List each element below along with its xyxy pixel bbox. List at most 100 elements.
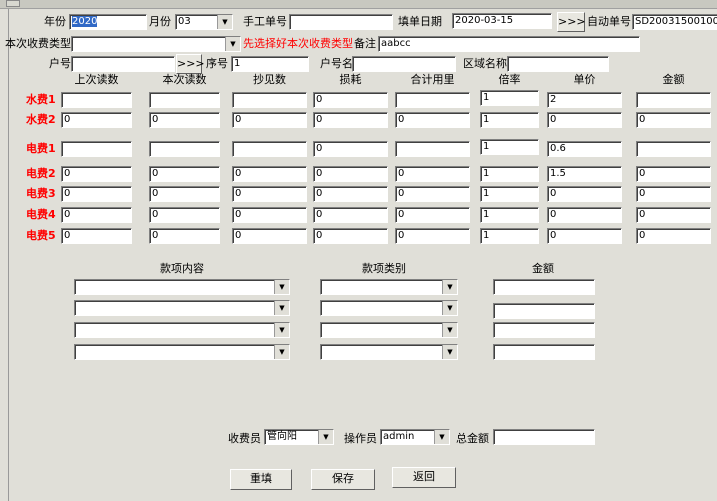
cell-input[interactable]: 0 xyxy=(547,228,622,244)
item-category-select[interactable]: ▼ xyxy=(320,322,458,338)
save-button[interactable]: 保存 xyxy=(311,469,375,490)
item-category-select[interactable]: ▼ xyxy=(320,300,458,316)
row-label: 水费1 xyxy=(26,93,56,106)
cell-input[interactable]: 0 xyxy=(313,186,388,202)
operator-select[interactable]: admin ▼ xyxy=(380,429,450,445)
account-lookup-button[interactable]: >>> xyxy=(176,54,205,74)
chevron-down-icon: ▼ xyxy=(442,301,457,315)
cell-input[interactable]: 0 xyxy=(547,207,622,223)
cell-input[interactable]: 0 xyxy=(636,186,711,202)
cell-input[interactable]: 1 xyxy=(480,112,539,128)
account-input[interactable] xyxy=(71,56,175,72)
cell-input[interactable]: 2 xyxy=(547,92,622,108)
column-header: 上次读数 xyxy=(74,73,119,86)
account-label: 户号 xyxy=(49,57,71,70)
item-content-select[interactable]: ▼ xyxy=(74,300,290,316)
area-input[interactable] xyxy=(507,56,609,72)
row-label: 电费4 xyxy=(26,208,56,221)
cell-input[interactable]: 0 xyxy=(395,112,470,128)
collector-label: 收费员 xyxy=(228,432,261,445)
cell-input[interactable]: 0 xyxy=(547,112,622,128)
year-input[interactable]: 2020 xyxy=(69,14,147,30)
cell-input[interactable]: 0 xyxy=(61,112,132,128)
cell-input[interactable]: 1 xyxy=(480,90,539,106)
cell-input[interactable]: 0 xyxy=(61,207,132,223)
cell-input[interactable]: 1 xyxy=(480,139,539,155)
cell-input[interactable] xyxy=(232,141,307,157)
cell-input[interactable] xyxy=(395,141,470,157)
auto-no-input[interactable]: SD2003150010001 xyxy=(632,14,717,30)
cell-input[interactable]: 0 xyxy=(313,207,388,223)
cell-input[interactable]: 0 xyxy=(61,228,132,244)
cell-input[interactable] xyxy=(636,92,711,108)
cell-input[interactable]: 0 xyxy=(61,186,132,202)
chevron-down-icon: ▼ xyxy=(274,323,289,337)
cell-input[interactable] xyxy=(61,92,132,108)
date-label: 填单日期 xyxy=(398,15,442,28)
cell-input[interactable]: 0 xyxy=(395,166,470,182)
manual-no-input[interactable] xyxy=(289,14,393,30)
cell-input[interactable] xyxy=(149,141,220,157)
cell-input[interactable] xyxy=(61,141,132,157)
cell-input[interactable]: 0 xyxy=(395,186,470,202)
date-picker-button[interactable]: >>> xyxy=(557,12,586,32)
cell-input[interactable]: 0 xyxy=(636,228,711,244)
item-category-select[interactable]: ▼ xyxy=(320,344,458,360)
cell-input[interactable]: 0 xyxy=(395,228,470,244)
cell-input[interactable]: 0 xyxy=(232,166,307,182)
cell-input[interactable]: 0 xyxy=(149,112,220,128)
cell-input[interactable]: 0 xyxy=(61,166,132,182)
name-input[interactable] xyxy=(352,56,456,72)
window-icon xyxy=(6,0,20,7)
cell-input[interactable]: 1 xyxy=(480,186,539,202)
month-select[interactable]: 03 ▼ xyxy=(175,14,233,30)
cell-input[interactable]: 1 xyxy=(480,207,539,223)
year-label: 年份 xyxy=(44,15,66,28)
seq-input[interactable]: 1 xyxy=(231,56,309,72)
item-content-select[interactable]: ▼ xyxy=(74,279,290,295)
collector-select[interactable]: 管向阳 ▼ xyxy=(264,429,334,445)
cell-input[interactable] xyxy=(395,92,470,108)
cell-input[interactable]: 0 xyxy=(395,207,470,223)
cell-input[interactable]: 1 xyxy=(480,228,539,244)
cell-input[interactable]: 1.5 xyxy=(547,166,622,182)
cell-input[interactable]: 0 xyxy=(313,92,388,108)
item-content-select[interactable]: ▼ xyxy=(74,322,290,338)
cell-input[interactable]: 0 xyxy=(313,166,388,182)
cell-input[interactable]: 0 xyxy=(636,112,711,128)
cell-input[interactable]: 0 xyxy=(149,228,220,244)
cell-input[interactable]: 0 xyxy=(313,141,388,157)
cell-input[interactable]: 1 xyxy=(480,166,539,182)
cell-input[interactable]: 0 xyxy=(232,228,307,244)
cell-input[interactable]: 0 xyxy=(149,166,220,182)
total-input[interactable] xyxy=(493,429,595,445)
date-input[interactable]: 2020-03-15 xyxy=(452,13,552,29)
cell-input[interactable]: 0 xyxy=(232,112,307,128)
item-amount-input[interactable] xyxy=(493,322,595,338)
fee-type-select[interactable]: ▼ xyxy=(71,36,241,52)
cell-input[interactable]: 0 xyxy=(636,207,711,223)
back-button[interactable]: 返回 xyxy=(392,467,456,488)
cell-input[interactable]: 0 xyxy=(313,228,388,244)
operator-value: admin xyxy=(383,431,415,442)
cell-input[interactable]: 0 xyxy=(547,186,622,202)
item-category-select[interactable]: ▼ xyxy=(320,279,458,295)
cell-input[interactable] xyxy=(636,141,711,157)
row-label: 电费2 xyxy=(26,167,56,180)
reset-button[interactable]: 重填 xyxy=(230,469,292,490)
cell-input[interactable]: 0 xyxy=(313,112,388,128)
cell-input[interactable]: 0 xyxy=(149,207,220,223)
cell-input[interactable]: 0.6 xyxy=(547,141,622,157)
item-content-select[interactable]: ▼ xyxy=(74,344,290,360)
remark-input[interactable]: aabcc xyxy=(378,36,640,52)
cell-input[interactable]: 0 xyxy=(232,207,307,223)
cell-input[interactable]: 0 xyxy=(636,166,711,182)
item-amount-input[interactable] xyxy=(493,303,595,319)
remark-label: 备注 xyxy=(354,37,376,50)
cell-input[interactable] xyxy=(232,92,307,108)
cell-input[interactable]: 0 xyxy=(232,186,307,202)
item-amount-input[interactable] xyxy=(493,344,595,360)
cell-input[interactable] xyxy=(149,92,220,108)
cell-input[interactable]: 0 xyxy=(149,186,220,202)
item-amount-input[interactable] xyxy=(493,279,595,295)
